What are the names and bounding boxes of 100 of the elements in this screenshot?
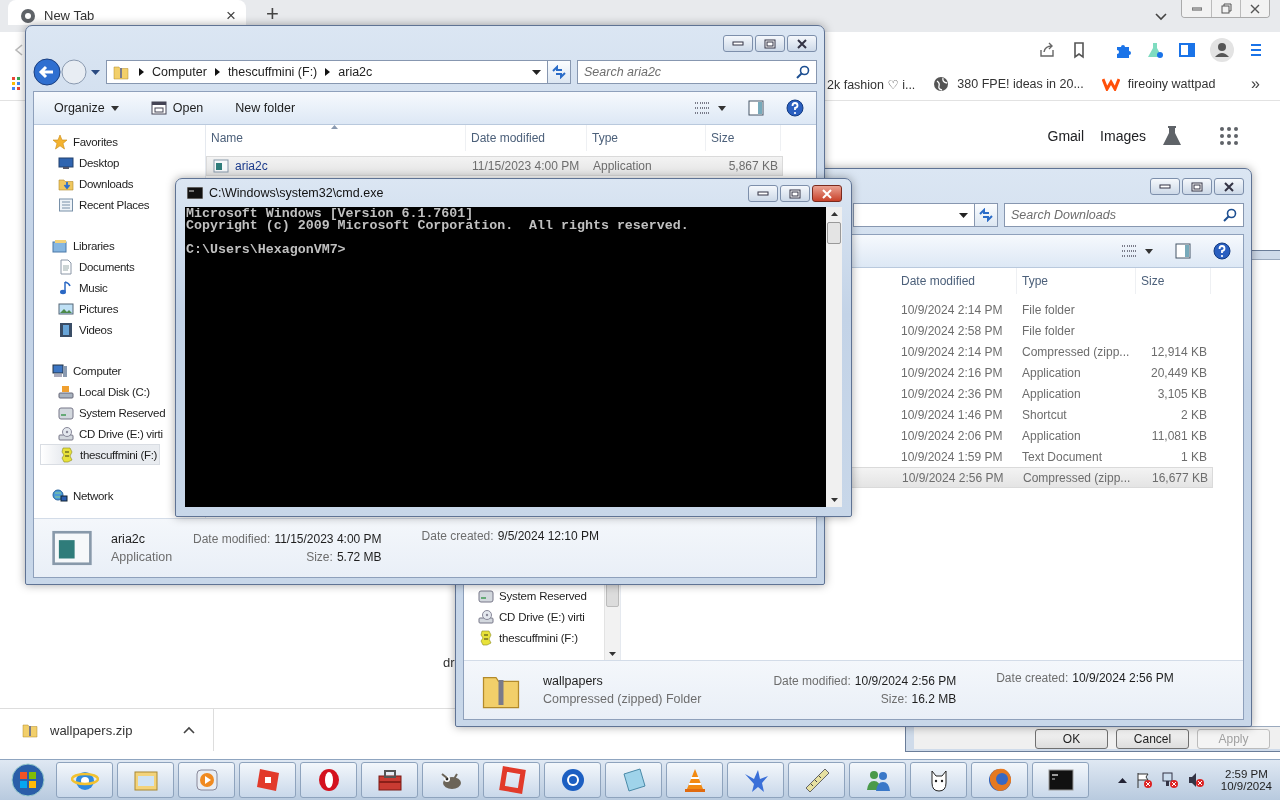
dialog-button[interactable]: Cancel [1116,729,1189,749]
header-link[interactable]: Gmail [1047,128,1085,144]
usb-drive-icon [478,629,494,646]
refresh-button[interactable] [547,60,571,84]
nav-item[interactable]: Network [40,485,116,506]
nav-item[interactable]: Music [40,277,110,298]
cd-drive-icon [58,425,74,442]
table-cell-text: Text Document [1021,449,1104,464]
nav-item[interactable]: Downloads [40,173,136,194]
column-header[interactable]: Date modified [466,125,587,151]
browser-tab[interactable]: New Tab × [8,0,246,25]
close-tab-button[interactable]: × [224,5,238,26]
chevron-down-icon[interactable] [1154,12,1168,22]
bookmark[interactable]: 2k fashion ♡ i... [827,76,916,92]
nav-item[interactable]: CD Drive (E:) virti [40,423,165,444]
dropdown-arrow-icon[interactable] [532,69,541,75]
help-icon [786,99,804,117]
restore-button[interactable] [1211,0,1240,17]
sort-arrow-icon [331,125,338,129]
speaker-icon[interactable] [1186,771,1205,789]
back-button[interactable] [33,58,61,86]
breadcrumb[interactable]: Computer [152,65,207,79]
column-header[interactable]: Size [706,125,781,151]
organize-button[interactable]: Organize [48,99,125,117]
clock[interactable]: 2:59 PM 10/9/2024 [1220,768,1272,792]
file-row[interactable]: aria2c 11/15/2023 4:00 PM Application 5,867 KB [206,156,783,176]
nav-item[interactable]: Recent Places [40,194,152,215]
close-button[interactable] [812,185,842,202]
detail-label: Size: [306,550,333,564]
nav-item[interactable]: Favorites [40,131,120,152]
scroll-thumb[interactable] [827,222,841,244]
close-button[interactable] [1214,178,1244,195]
sidebar-icon[interactable] [1178,41,1196,59]
address-bar[interactable]: Computer thescuffmini (F:) aria2c [106,60,548,84]
nav-item[interactable]: Computer [40,360,124,381]
network-icon[interactable] [1160,771,1179,789]
breadcrumb[interactable]: thescuffmini (F:) [227,65,318,79]
menu-icon[interactable] [1248,42,1264,58]
more-bookmarks-button[interactable]: » [1245,74,1266,94]
new-tab-button[interactable]: + [260,0,285,25]
nav-item[interactable]: thescuffmini (F:) [40,444,161,465]
share-icon[interactable] [1038,41,1056,59]
close-button[interactable] [1240,0,1269,17]
flask-icon[interactable] [1162,125,1182,147]
search-field[interactable]: Search Downloads [1004,203,1244,227]
scrollbar[interactable] [826,207,842,507]
maximize-icon [789,188,801,199]
column-header[interactable]: Type [1017,268,1136,294]
header-link[interactable]: Images [1100,128,1146,144]
detail-label: Date modified: [193,532,271,546]
taskbar-button[interactable] [361,762,418,798]
detail-value: 11/15/2023 4:00 PM [274,532,382,546]
nav-item[interactable]: Libraries [40,235,117,256]
maximize-icon [764,38,776,49]
scroll-up-arrow-icon[interactable] [830,212,838,216]
caret-down-icon[interactable] [91,69,100,75]
dialog-button[interactable]: OK [1035,729,1108,749]
flag-icon[interactable] [1134,771,1153,789]
table-cell: aria2c [207,158,467,174]
table-cell: 2 KB [1181,407,1207,422]
new-folder-button[interactable]: New folder [229,99,302,117]
minimize-button[interactable] [723,35,753,52]
refresh-button[interactable] [974,203,998,227]
caret-up-icon[interactable] [183,726,195,734]
nav-item[interactable]: System Reserved [40,402,168,423]
breadcrumb[interactable]: aria2c [338,65,373,79]
column-header[interactable]: Size [1136,268,1211,294]
bookmark[interactable]: fireoiny wattpad [1101,77,1216,91]
flask-icon[interactable] [1146,41,1164,59]
windows-logo-icon [11,763,45,797]
nav-item[interactable]: Desktop [40,152,122,173]
apps-grid-icon[interactable] [1220,127,1238,145]
nav-item[interactable]: Local Disk (C:) [40,381,152,402]
nav-item[interactable]: Documents [40,256,137,277]
column-header[interactable]: Date modified [896,268,1017,294]
close-button[interactable] [787,35,817,52]
download-item[interactable]: wallpapers.zip [0,709,214,751]
chevron-right-icon[interactable] [325,68,331,76]
scroll-down-arrow-icon[interactable] [609,652,616,656]
dropdown-arrow-icon[interactable] [959,212,968,218]
nav-item[interactable]: thescuffmini (F:) [464,627,604,648]
column-header[interactable]: Name [206,125,466,151]
close-icon [796,38,808,49]
nav-item[interactable]: Pictures [40,298,121,319]
open-button[interactable]: Open [144,98,210,118]
detail-value: 10/9/2024 2:56 PM [1072,671,1174,685]
minimize-button[interactable] [748,185,778,202]
taskbar-button[interactable] [1032,762,1089,798]
avatar-icon[interactable] [1210,38,1234,62]
chevron-right-icon[interactable] [214,68,220,76]
search-field[interactable]: Search aria2c [577,60,817,84]
nav-item[interactable]: System Reserved [464,585,604,606]
nav-item[interactable]: CD Drive (E:) virti [464,606,604,627]
chevron-right-icon[interactable] [139,68,144,76]
minimize-button[interactable] [1150,178,1180,195]
column-header[interactable]: Type [587,125,706,151]
bookmark[interactable]: 380 FPE! ideas in 20... [933,76,1084,92]
nav-item[interactable]: Videos [40,319,115,340]
caret-up-icon[interactable] [1117,777,1127,783]
scroll-down-arrow-icon[interactable] [830,498,838,502]
